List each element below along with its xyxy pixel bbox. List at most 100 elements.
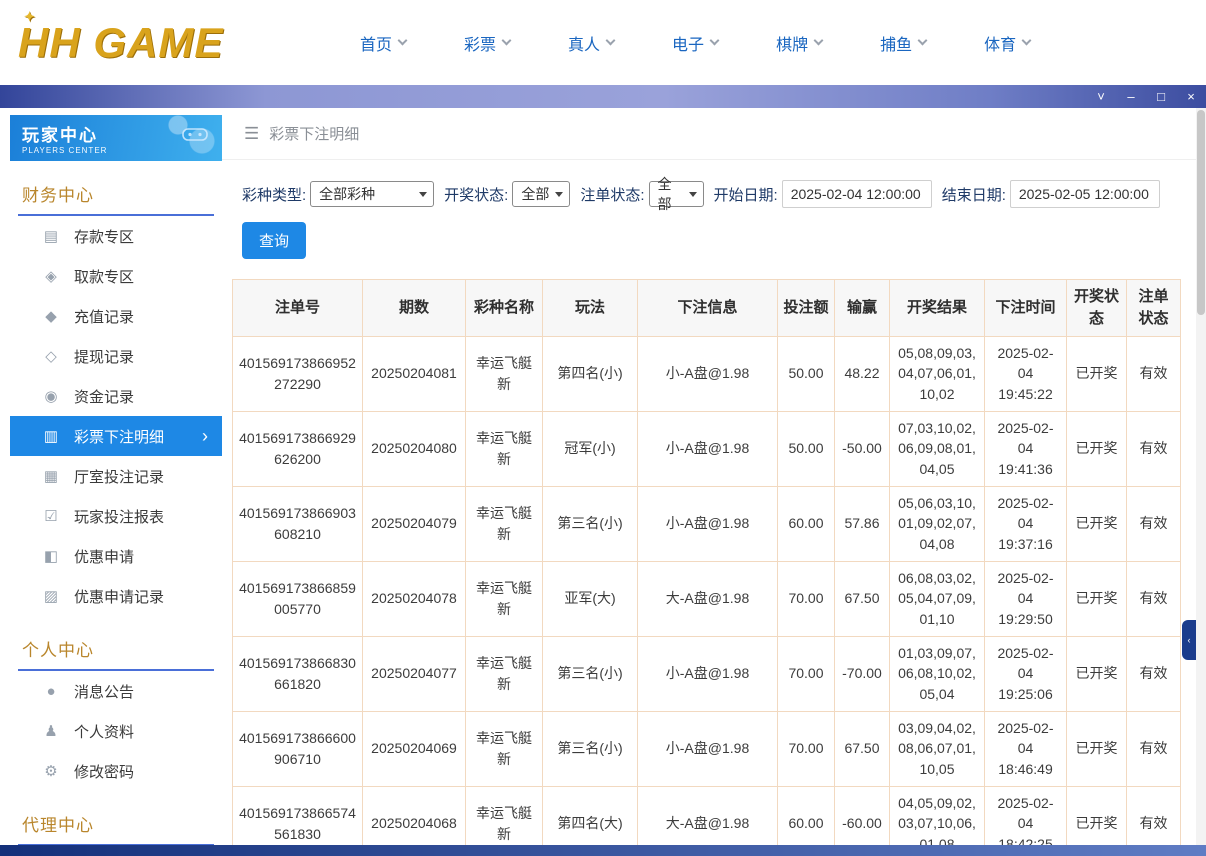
table-cell: 有效 — [1127, 636, 1181, 711]
table-cell: 20250204069 — [363, 711, 466, 786]
lottery-type-select[interactable]: 全部彩种 — [310, 181, 434, 207]
chevron-down-icon — [398, 36, 408, 46]
start-date-input[interactable] — [782, 180, 932, 208]
table-cell: 401569173866574561830 — [233, 786, 363, 845]
table-header-cell: 注单号 — [233, 280, 363, 337]
sidebar: 玩家中心 PLAYERS CENTER 财务中心▤存款专区◈取款专区◆充值记录◇… — [10, 115, 222, 845]
table-header-cell: 注单状态 — [1127, 280, 1181, 337]
table-cell: 50.00 — [778, 411, 835, 486]
window-minimize-button[interactable]: – — [1116, 85, 1146, 108]
scrollbar-thumb[interactable] — [1197, 110, 1205, 315]
sidebar-item[interactable]: ●消息公告 — [10, 671, 222, 711]
hamburger-icon[interactable]: ☰ — [244, 124, 259, 144]
window-dropdown-button[interactable]: ˅ — [1086, 85, 1116, 108]
table-header-cell: 期数 — [363, 280, 466, 337]
window-close-button[interactable]: × — [1176, 85, 1206, 108]
sidebar-item[interactable]: ▨优惠申请记录 — [10, 576, 222, 616]
table-cell: 70.00 — [778, 711, 835, 786]
lottery-type-label: 彩种类型: — [242, 184, 306, 205]
nav-item[interactable]: 彩票 — [464, 31, 510, 55]
table-cell: 小-A盘@1.98 — [638, 486, 778, 561]
table-cell: 第三名(小) — [543, 636, 638, 711]
nav-item[interactable]: 首页 — [360, 31, 406, 55]
table-cell: 2025-02-04 19:37:16 — [985, 486, 1067, 561]
sidebar-item[interactable]: ▥彩票下注明细› — [10, 416, 222, 456]
table-cell: 401569173866600906710 — [233, 711, 363, 786]
nav-item[interactable]: 真人 — [568, 31, 614, 55]
filter-row: 彩种类型: 全部彩种 开奖状态: 全部 注单状态: 全部 — [242, 180, 1196, 208]
sidebar-item-label: 优惠申请 — [74, 546, 134, 567]
sidebar-item-label: 资金记录 — [74, 386, 134, 407]
select-arrow-icon — [689, 192, 697, 197]
table-cell: 2025-02-04 19:45:22 — [985, 336, 1067, 411]
table-cell: 67.50 — [835, 711, 890, 786]
sidebar-item-label: 彩票下注明细 — [74, 426, 164, 447]
funds-record-icon: ◉ — [42, 387, 60, 405]
end-date-input[interactable] — [1010, 180, 1160, 208]
sidebar-item[interactable]: ☑玩家投注报表 — [10, 496, 222, 536]
table-cell: 20250204081 — [363, 336, 466, 411]
table-cell: 已开奖 — [1067, 336, 1127, 411]
sidebar-item[interactable]: ◉ 资金记录 — [10, 376, 222, 416]
sidebar-item[interactable]: ▤存款专区 — [10, 216, 222, 256]
table-cell: 幸运飞艇新 — [466, 786, 543, 845]
sidebar-item-label: 厅室投注记录 — [74, 466, 164, 487]
table-cell: 幸运飞艇新 — [466, 711, 543, 786]
table-cell: 20250204079 — [363, 486, 466, 561]
table-cell: -60.00 — [835, 786, 890, 845]
sidebar-item-label: 消息公告 — [74, 681, 134, 702]
table-cell: 2025-02-04 19:25:06 — [985, 636, 1067, 711]
floating-widget[interactable]: ‹ — [1182, 620, 1196, 660]
vertical-scrollbar[interactable] — [1196, 108, 1206, 845]
table-cell: 60.00 — [778, 786, 835, 845]
table-header-row: 注单号期数彩种名称玩法下注信息投注额输赢开奖结果下注时间开奖状态注单状态 — [233, 280, 1181, 337]
sidebar-item[interactable]: ◈取款专区 — [10, 256, 222, 296]
table-header-cell: 下注信息 — [638, 280, 778, 337]
table-cell: 第三名(小) — [543, 486, 638, 561]
select-arrow-icon — [555, 192, 563, 197]
sidebar-item[interactable]: ◇提现记录 — [10, 336, 222, 376]
hall-bet-record-icon: ▦ — [42, 467, 60, 485]
sidebar-header: 玩家中心 PLAYERS CENTER — [10, 115, 222, 161]
sidebar-section-title: 代理中心 — [18, 811, 214, 845]
nav-item[interactable]: 体育 — [984, 31, 1030, 55]
table-header-cell: 开奖状态 — [1067, 280, 1127, 337]
table-cell: -50.00 — [835, 411, 890, 486]
table-header-cell: 下注时间 — [985, 280, 1067, 337]
page-background: ✦ HH GAME 首页彩票真人电子棋牌捕鱼体育 ˅–□× 玩家中心 PLAYE… — [0, 0, 1206, 856]
table-row: 40156917386685900577020250204078幸运飞艇新亚军(… — [233, 561, 1181, 636]
table-cell: 已开奖 — [1067, 561, 1127, 636]
search-button[interactable]: 查询 — [242, 222, 306, 259]
table-cell: 06,08,03,02,05,04,07,09,01,10 — [890, 561, 985, 636]
table-cell: 401569173866952272290 — [233, 336, 363, 411]
sidebar-item[interactable]: ♟个人资料 — [10, 711, 222, 751]
table-cell: 20250204080 — [363, 411, 466, 486]
nav-item-label: 捕鱼 — [880, 31, 912, 55]
table-cell: 有效 — [1127, 411, 1181, 486]
table-cell: 幸运飞艇新 — [466, 636, 543, 711]
nav-item[interactable]: 捕鱼 — [880, 31, 926, 55]
sidebar-item[interactable]: ⚙修改密码 — [10, 751, 222, 791]
logo-spark-icon: ✦ — [24, 9, 36, 25]
draw-status-select[interactable]: 全部 — [512, 181, 570, 207]
table-cell: 20250204068 — [363, 786, 466, 845]
player-bet-report-icon: ☑ — [42, 507, 60, 525]
gamepad-icon — [182, 125, 208, 148]
sidebar-item[interactable]: ◧优惠申请 — [10, 536, 222, 576]
table-cell: 幸运飞艇新 — [466, 336, 543, 411]
draw-status-value: 全部 — [521, 184, 549, 204]
nav-item[interactable]: 电子 — [672, 31, 718, 55]
draw-status-label: 开奖状态: — [444, 184, 508, 205]
table-cell: 大-A盘@1.98 — [638, 561, 778, 636]
sidebar-item-label: 存款专区 — [74, 226, 134, 247]
sidebar-item[interactable]: ◆充值记录 — [10, 296, 222, 336]
promo-apply-record-icon: ▨ — [42, 587, 60, 605]
table-cell: 70.00 — [778, 636, 835, 711]
table-row: 40156917386692962620020250204080幸运飞艇新冠军(… — [233, 411, 1181, 486]
sidebar-item[interactable]: ▦ 厅室投注记录 — [10, 456, 222, 496]
order-status-select[interactable]: 全部 — [649, 181, 704, 207]
nav-item[interactable]: 棋牌 — [776, 31, 822, 55]
window-titlebar: ˅–□× — [0, 85, 1206, 108]
table-row: 40156917386695227229020250204081幸运飞艇新第四名… — [233, 336, 1181, 411]
window-maximize-button[interactable]: □ — [1146, 85, 1176, 108]
